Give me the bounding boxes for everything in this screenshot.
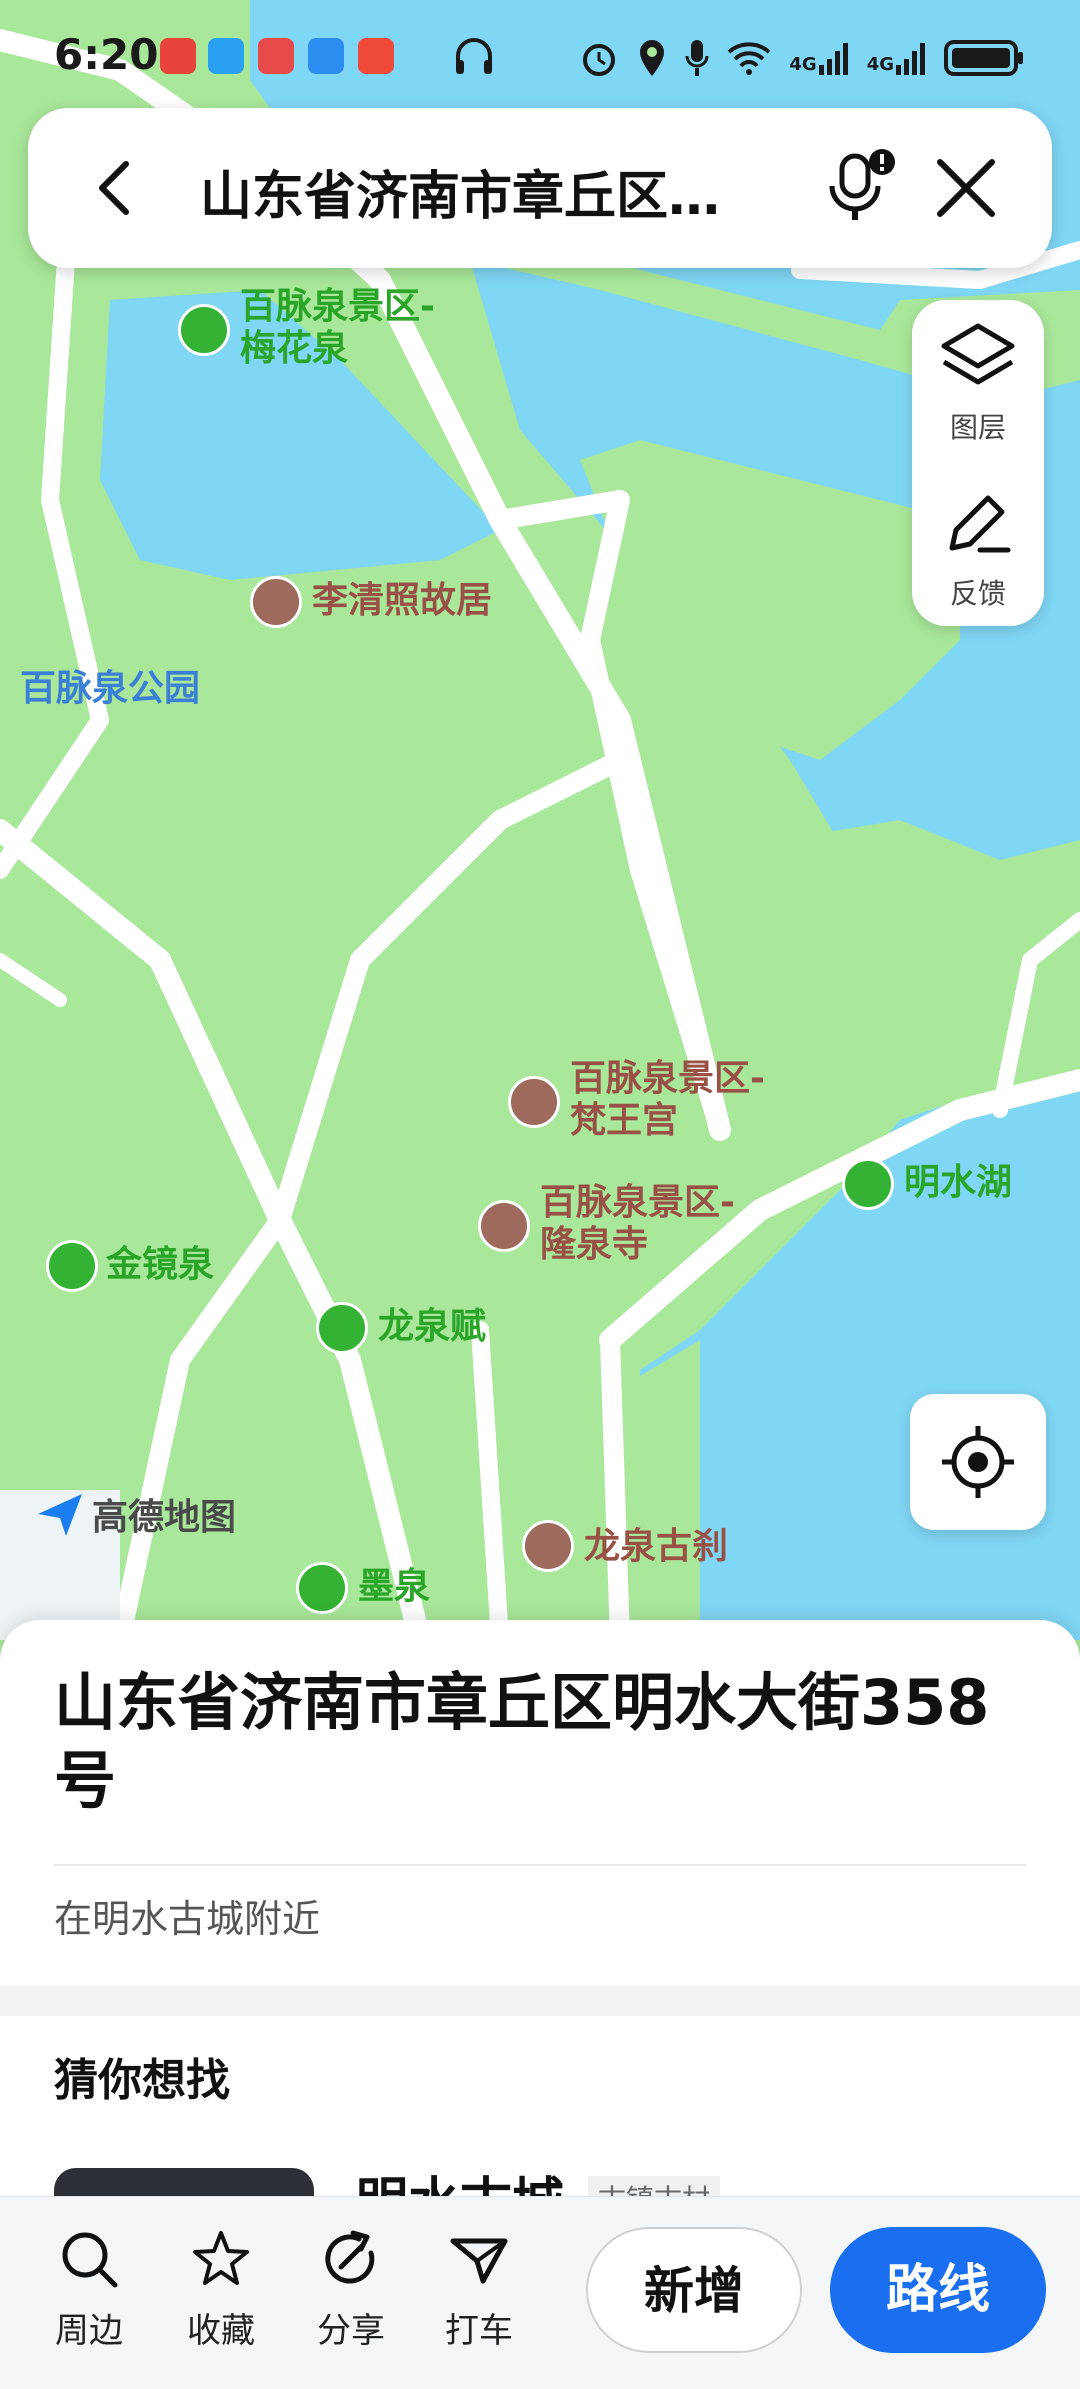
route-button[interactable]: 路线: [830, 2227, 1046, 2353]
reader-app-icon: [258, 38, 294, 74]
scenic-spot-icon[interactable]: [178, 304, 230, 356]
crosshair-icon: [942, 1426, 1014, 1498]
place-address: 山东省济南市章丘区明水大街358号: [54, 1666, 990, 1817]
status-time: 6:20: [54, 30, 159, 79]
share-button[interactable]: 分享: [296, 2227, 406, 2352]
share-icon: [325, 2230, 375, 2284]
edit-feedback-icon: [949, 495, 1011, 553]
scenic-spot-icon[interactable]: [46, 1240, 98, 1292]
star-icon: [193, 2231, 249, 2285]
scenic-spot-icon[interactable]: [296, 1562, 348, 1614]
notification-app-icon: [358, 38, 394, 74]
signal-4g-1-icon: 4G: [789, 41, 848, 75]
map-tools-panel: 图层 反馈: [912, 300, 1044, 626]
taxi-icon: [450, 2238, 508, 2284]
search-icon: [62, 2232, 118, 2288]
poi-label[interactable]: 百脉泉景区- 梵王宫: [570, 1058, 765, 1142]
nearby-description: 在明水古城附近: [54, 1897, 321, 1941]
layers-icon: [941, 323, 1015, 385]
amap-logo-icon: [38, 1494, 82, 1536]
poi-label[interactable]: 明水湖: [904, 1162, 1012, 1204]
amap-logo-text: 高德地图: [92, 1497, 237, 1538]
huawei-store-icon: [160, 38, 196, 74]
divider: [54, 1864, 1026, 1866]
alarm-icon: [583, 44, 616, 76]
poi-label[interactable]: 金镜泉: [106, 1244, 214, 1286]
section-gap: [0, 1986, 1080, 2016]
scenic-spot-icon[interactable]: [316, 1302, 368, 1354]
poi-label[interactable]: 百脉泉景区- 隆泉寺: [540, 1182, 735, 1266]
amap-logo: 高德地图: [34, 1488, 236, 1540]
search-query[interactable]: 山东省济南市章丘区…: [200, 154, 720, 229]
favorite-label: 收藏: [187, 2311, 255, 2351]
poi-label[interactable]: 龙泉赋: [378, 1306, 486, 1348]
signal-4g-2-icon: 4G: [867, 41, 926, 75]
favorite-button[interactable]: 收藏: [166, 2227, 276, 2352]
bottom-action-bar: 周边 收藏 分享 打车 新增 路线: [0, 2196, 1080, 2389]
share-label: 分享: [317, 2311, 385, 2351]
scenic-spot-icon[interactable]: [842, 1158, 894, 1210]
taxi-label: 打车: [445, 2311, 513, 2351]
poi-label[interactable]: 墨泉: [358, 1566, 430, 1608]
area-label: 百脉泉公园: [20, 668, 201, 709]
nearby-button[interactable]: 周边: [34, 2227, 144, 2352]
search-bar[interactable]: 山东省济南市章丘区…: [28, 108, 1052, 268]
landmark-icon[interactable]: [522, 1520, 574, 1572]
landmark-icon[interactable]: [508, 1076, 560, 1128]
feedback-button[interactable]: 反馈: [912, 484, 1044, 612]
microphone-icon: [685, 40, 709, 76]
guess-section-title: 猜你想找: [54, 2055, 230, 2106]
feedback-label: 反馈: [949, 577, 1006, 610]
add-button[interactable]: 新增: [586, 2227, 802, 2353]
battery-icon: [944, 40, 1023, 76]
close-icon[interactable]: [932, 154, 1000, 222]
location-icon: [640, 40, 665, 76]
headphones-icon: [456, 38, 492, 74]
nearby-label: 周边: [55, 2311, 123, 2351]
cloud-app-icon: [308, 38, 344, 74]
layers-button[interactable]: 图层: [912, 318, 1044, 446]
poi-label[interactable]: 李清照故居: [312, 580, 492, 622]
layers-label: 图层: [949, 411, 1006, 444]
poi-label[interactable]: 百脉泉景区- 梅花泉: [240, 286, 435, 370]
voice-input-icon[interactable]: [818, 146, 902, 230]
landmark-icon[interactable]: [478, 1200, 530, 1252]
back-icon[interactable]: [80, 152, 152, 224]
poi-label[interactable]: 龙泉古刹: [584, 1526, 728, 1568]
message-app-icon: [208, 38, 244, 74]
wifi-icon: [728, 42, 771, 75]
status-bar: 6:20 4G 4G: [0, 0, 1080, 110]
landmark-icon[interactable]: [250, 576, 302, 628]
taxi-button[interactable]: 打车: [424, 2227, 534, 2352]
locate-me-button[interactable]: [910, 1394, 1046, 1530]
